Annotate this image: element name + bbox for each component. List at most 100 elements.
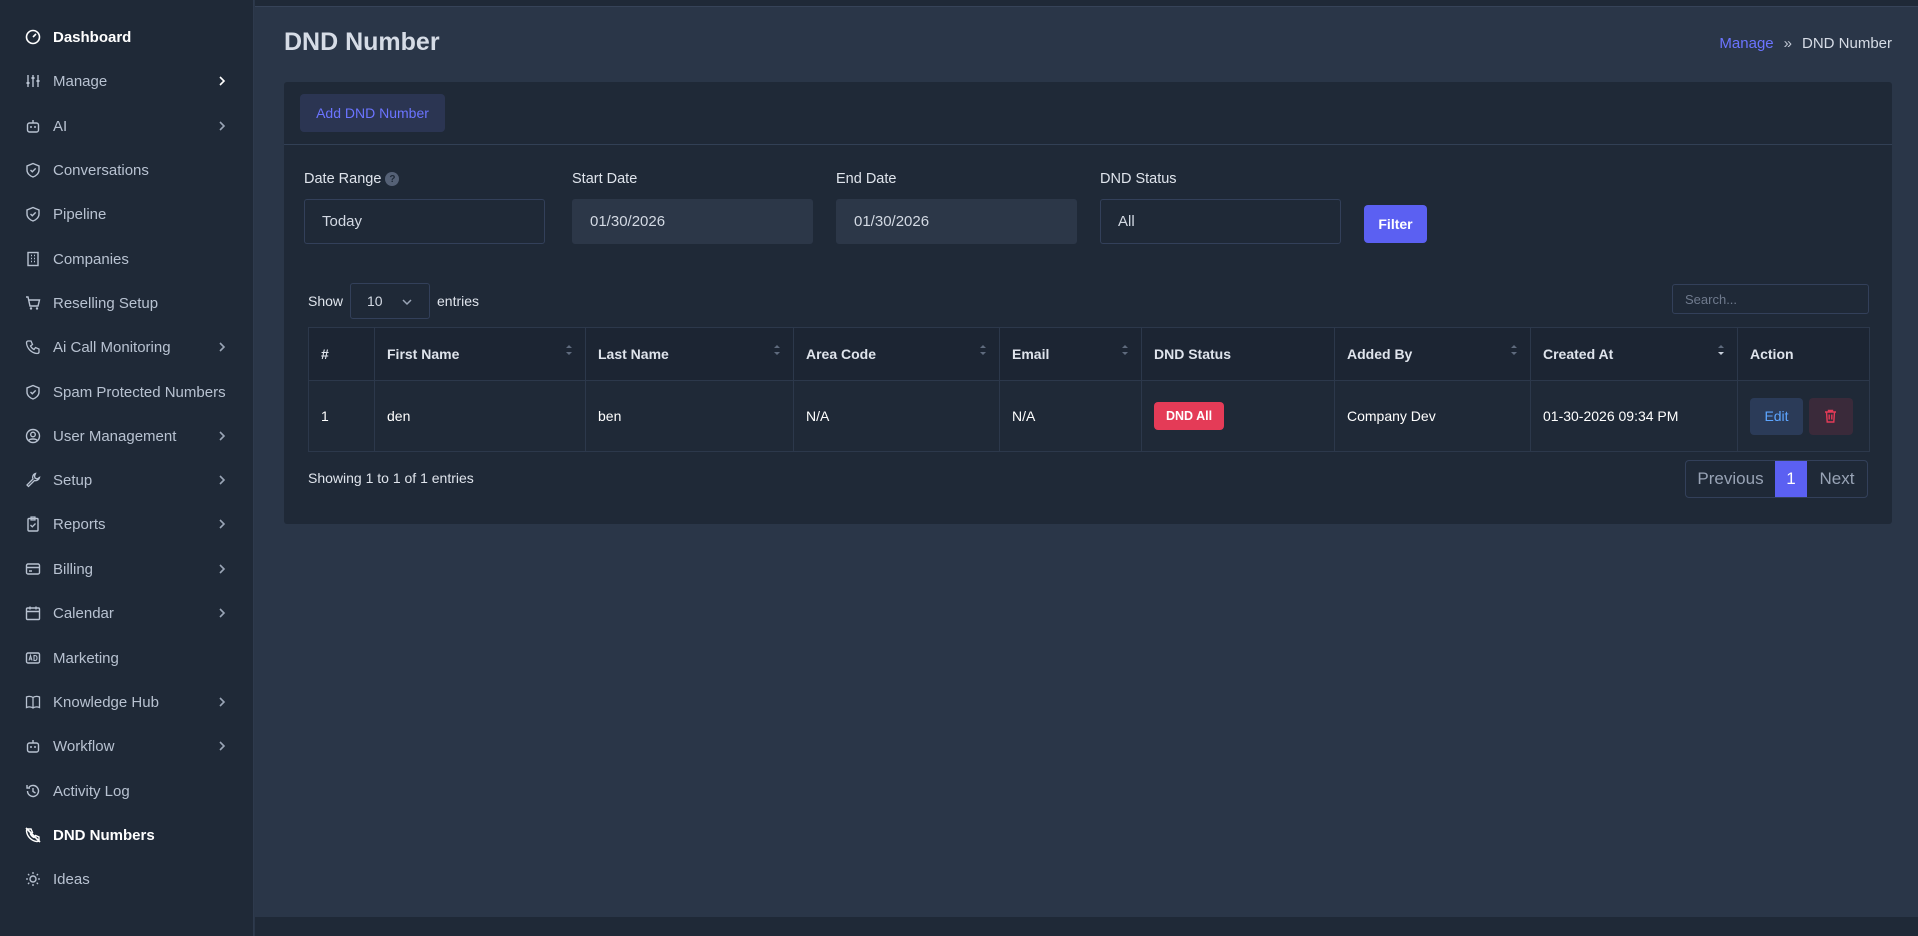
footer-bar xyxy=(255,917,1918,936)
sidebar-item-spam-protected-numbers[interactable]: Spam Protected Numbers xyxy=(0,374,254,410)
sidebar-item-setup[interactable]: Setup xyxy=(0,462,254,498)
sidebar-item-label: Companies xyxy=(53,250,129,268)
sidebar-item-calendar[interactable]: Calendar xyxy=(0,595,254,631)
sort-icon xyxy=(980,345,986,355)
table-row: 1 den ben N/A N/A DND All Company Dev 01… xyxy=(308,380,1870,452)
cell-last-name: ben xyxy=(585,380,794,452)
sidebar-item-manage[interactable]: Manage xyxy=(0,63,254,99)
breadcrumb-current: DND Number xyxy=(1801,35,1892,52)
cart-icon xyxy=(25,295,41,311)
sidebar-item-user-management[interactable]: User Management xyxy=(0,418,254,454)
entries-label: entries xyxy=(437,293,480,309)
trash-icon xyxy=(1825,409,1837,423)
date-range-select[interactable]: Today xyxy=(304,199,545,244)
column-area-code-label: Area Code xyxy=(806,346,877,362)
column-area-code[interactable]: Area Code xyxy=(793,327,1000,381)
sidebar-item-label: Marketing xyxy=(53,649,119,667)
sidebar-item-label: Spam Protected Numbers xyxy=(53,383,226,401)
pagination-page-1[interactable]: 1 xyxy=(1775,461,1807,497)
sidebar-item-label: Dashboard xyxy=(53,28,132,46)
add-dnd-number-button[interactable]: Add DND Number xyxy=(300,94,445,132)
chevron-right-icon xyxy=(219,741,226,751)
sidebar-item-conversations[interactable]: Conversations xyxy=(0,152,254,188)
search-input[interactable]: Search... xyxy=(1672,284,1869,314)
cell-added-by: Company Dev xyxy=(1334,380,1531,452)
pagination-previous[interactable]: Previous xyxy=(1686,461,1775,497)
history-icon xyxy=(25,783,41,799)
column-added-by[interactable]: Added By xyxy=(1334,327,1531,381)
filter-button[interactable]: Filter xyxy=(1364,205,1427,243)
cell-created-at: 01-30-2026 09:34 PM xyxy=(1530,380,1738,452)
column-dnd-status-label: DND Status xyxy=(1154,346,1232,362)
date-range-label-text: Date Range xyxy=(304,171,382,187)
sidebar-item-pipeline[interactable]: Pipeline xyxy=(0,196,254,232)
top-bar xyxy=(255,0,1918,7)
table-info: Showing 1 to 1 of 1 entries xyxy=(308,470,474,486)
sidebar-item-ideas[interactable]: Ideas xyxy=(0,861,254,897)
column-first-name[interactable]: First Name xyxy=(374,327,586,381)
user-circle-icon xyxy=(25,428,41,444)
sidebar-item-dashboard[interactable]: Dashboard xyxy=(0,19,254,55)
dnd-status-select[interactable]: All xyxy=(1100,199,1341,244)
column-email[interactable]: Email xyxy=(999,327,1142,381)
column-number[interactable]: # xyxy=(308,327,375,381)
sidebar-item-knowledge-hub[interactable]: Knowledge Hub xyxy=(0,684,254,720)
book-icon xyxy=(25,694,41,710)
entries-length-select[interactable]: 10 xyxy=(350,283,430,319)
pagination-next[interactable]: Next xyxy=(1807,461,1867,497)
sidebar-item-dnd-numbers[interactable]: DND Numbers xyxy=(0,817,254,853)
column-last-name-label: Last Name xyxy=(598,346,669,362)
date-range-label: Date Range ? xyxy=(304,171,400,187)
chevron-right-icon xyxy=(219,519,226,529)
sort-icon xyxy=(566,345,572,355)
column-added-by-label: Added By xyxy=(1347,346,1413,362)
sidebar-item-reports[interactable]: Reports xyxy=(0,506,254,542)
dnd-table: # First Name Last Name Area Code Email D… xyxy=(308,327,1870,452)
column-action: Action xyxy=(1737,327,1870,381)
sidebar-item-label: DND Numbers xyxy=(53,826,155,844)
chevron-right-icon xyxy=(219,564,226,574)
robot-icon xyxy=(25,118,41,134)
start-date-label: Start Date xyxy=(572,171,638,187)
sidebar-item-workflow[interactable]: Workflow xyxy=(0,728,254,764)
show-label: Show xyxy=(308,293,344,309)
sidebar-item-label: User Management xyxy=(53,427,177,445)
sidebar-item-ai[interactable]: AI xyxy=(0,108,254,144)
clipboard-icon xyxy=(25,516,41,532)
help-icon[interactable]: ? xyxy=(385,172,400,186)
sidebar-item-label: Workflow xyxy=(53,737,115,755)
calendar-icon xyxy=(25,605,41,621)
column-created-at-label: Created At xyxy=(1543,346,1614,362)
status-badge: DND All xyxy=(1154,402,1225,430)
sidebar-item-label: Activity Log xyxy=(53,782,130,800)
column-created-at[interactable]: Created At xyxy=(1530,327,1738,381)
column-dnd-status: DND Status xyxy=(1141,327,1335,381)
sidebar-item-ai-call-monitoring[interactable]: Ai Call Monitoring xyxy=(0,329,254,365)
column-action-label: Action xyxy=(1750,346,1794,362)
table-header-row: # First Name Last Name Area Code Email D… xyxy=(308,327,1870,381)
breadcrumb-manage-link[interactable]: Manage xyxy=(1719,35,1773,52)
sidebar-item-label: Billing xyxy=(53,560,94,578)
edit-button[interactable]: Edit xyxy=(1750,397,1803,435)
chevron-right-icon xyxy=(219,697,226,707)
end-date-input[interactable]: 01/30/2026 xyxy=(836,199,1077,244)
cell-number: 1 xyxy=(308,380,375,452)
start-date-input[interactable]: 01/30/2026 xyxy=(572,199,813,244)
building-icon xyxy=(25,251,41,267)
sidebar-item-marketing[interactable]: Marketing xyxy=(0,640,254,676)
cell-dnd-status: DND All xyxy=(1141,380,1335,452)
sidebar-item-companies[interactable]: Companies xyxy=(0,241,254,277)
sidebar-item-billing[interactable]: Billing xyxy=(0,551,254,587)
sidebar-item-label: Reports xyxy=(53,515,106,533)
sidebar-item-label: Ideas xyxy=(53,870,90,888)
cell-action: Edit xyxy=(1737,380,1870,452)
sidebar-item-reselling-setup[interactable]: Reselling Setup xyxy=(0,285,254,321)
column-first-name-label: First Name xyxy=(387,346,460,362)
chevron-right-icon xyxy=(219,342,226,352)
delete-button[interactable] xyxy=(1808,397,1853,435)
shield-icon xyxy=(25,384,41,400)
column-last-name[interactable]: Last Name xyxy=(585,327,794,381)
sidebar-item-activity-log[interactable]: Activity Log xyxy=(0,773,254,809)
card-header: Add DND Number xyxy=(284,82,1892,145)
sidebar-item-label: Conversations xyxy=(53,161,149,179)
